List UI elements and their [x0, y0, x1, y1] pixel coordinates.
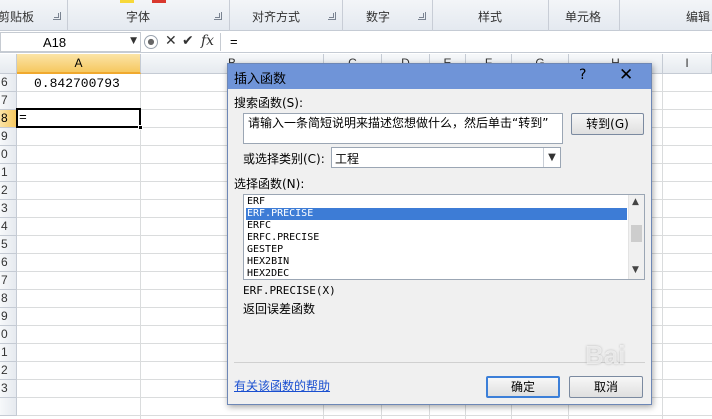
- row-header[interactable]: 1: [0, 344, 17, 362]
- row-header[interactable]: 3: [0, 200, 17, 218]
- category-label: 或选择类别(C):: [243, 152, 325, 166]
- row-header[interactable]: 4: [0, 218, 17, 236]
- name-box-dropdown-icon[interactable]: ▼: [130, 36, 137, 46]
- function-list-item[interactable]: ERFC.PRECISE: [246, 232, 627, 244]
- insert-function-icon[interactable]: fx: [201, 33, 214, 49]
- function-description: 返回误差函数: [243, 302, 316, 316]
- column-header-i[interactable]: I: [663, 54, 712, 74]
- clipboard-launcher-icon[interactable]: [53, 12, 61, 20]
- watermark-logo: Bai: [585, 340, 626, 370]
- column-header-a[interactable]: A: [17, 54, 141, 74]
- formula-bar-grip-icon: ●: [144, 35, 158, 49]
- ribbon-group-editing: 编辑: [686, 10, 711, 24]
- row-header[interactable]: 5: [0, 236, 17, 254]
- ribbon-group-clipboard: 剪贴板: [0, 10, 34, 24]
- row-header[interactable]: 2: [0, 182, 17, 200]
- ribbon-group-styles: 样式: [477, 10, 502, 24]
- cell-a6-value[interactable]: 0.842700793: [34, 76, 120, 91]
- font-color-swatch: [120, 0, 134, 3]
- ribbon-group-bar: 剪贴板 字体 对齐方式 数字 样式 单元格 编辑: [0, 0, 712, 31]
- select-function-label: 选择函数(N):: [234, 177, 305, 191]
- cancel-button[interactable]: 取消: [569, 376, 643, 398]
- select-all-corner: [0, 54, 17, 74]
- scroll-down-icon[interactable]: ▼: [632, 265, 639, 275]
- category-select-value: 工程: [335, 152, 360, 166]
- row-header[interactable]: 6: [0, 254, 17, 272]
- row-header[interactable]: [0, 398, 17, 416]
- function-list[interactable]: ERF ERF.PRECISE ERFC ERFC.PRECISE GESTEP…: [243, 194, 645, 280]
- function-help-link[interactable]: 有关该函数的帮助: [234, 377, 330, 394]
- dialog-divider: [234, 362, 645, 363]
- formula-buttons: ● ✕ ✔ fx: [144, 32, 218, 52]
- name-box[interactable]: A18 ▼: [0, 32, 141, 52]
- fill-handle[interactable]: [138, 125, 143, 130]
- row-header[interactable]: 0: [0, 326, 17, 344]
- formula-input[interactable]: =: [230, 34, 238, 49]
- active-cell-a18[interactable]: =: [16, 108, 143, 130]
- function-list-item[interactable]: ERFC: [246, 220, 627, 232]
- row-header[interactable]: 8: [0, 290, 17, 308]
- cancel-formula-icon[interactable]: ✕: [165, 33, 177, 49]
- row-header[interactable]: 9: [0, 128, 17, 146]
- row-header[interactable]: 6: [0, 74, 17, 92]
- function-list-item[interactable]: ERF: [246, 196, 627, 208]
- search-function-input[interactable]: 请输入一条简短说明来描述您想做什么，然后单击“转到”: [243, 113, 563, 144]
- formula-bar: A18 ▼ ● ✕ ✔ fx =: [0, 31, 712, 53]
- alignment-launcher-icon[interactable]: [328, 12, 336, 20]
- row-header[interactable]: 3: [0, 380, 17, 398]
- number-launcher-icon[interactable]: [418, 12, 426, 20]
- function-list-item[interactable]: GESTEP: [246, 244, 627, 256]
- row-header-selected[interactable]: 8: [0, 110, 17, 128]
- ribbon-group-cells: 单元格: [564, 10, 601, 24]
- row-header[interactable]: 7: [0, 272, 17, 290]
- ribbon-group-alignment: 对齐方式: [251, 10, 300, 24]
- dialog-title: 插入函数: [234, 72, 287, 87]
- row-header[interactable]: 7: [0, 92, 17, 110]
- fill-color-swatch: [152, 0, 166, 3]
- ribbon-group-font: 字体: [125, 10, 150, 24]
- name-box-value: A18: [43, 35, 67, 50]
- active-cell-value: =: [19, 110, 27, 125]
- ok-button[interactable]: 确定: [486, 376, 560, 398]
- go-button[interactable]: 转到(G): [571, 113, 644, 135]
- category-select[interactable]: 工程 ▼: [331, 147, 561, 168]
- scroll-up-icon[interactable]: ▲: [632, 197, 639, 207]
- function-list-item-selected[interactable]: ERF.PRECISE: [246, 208, 627, 220]
- function-list-scrollbar[interactable]: ▲ ▼: [628, 195, 644, 279]
- chevron-down-icon[interactable]: ▼: [543, 148, 560, 167]
- ribbon-group-number: 数字: [365, 10, 390, 24]
- help-icon[interactable]: ?: [579, 67, 586, 83]
- search-function-label: 搜索函数(S):: [234, 96, 304, 110]
- row-header[interactable]: 2: [0, 362, 17, 380]
- scroll-thumb[interactable]: [631, 225, 642, 242]
- font-launcher-icon[interactable]: [214, 12, 222, 20]
- function-signature: ERF.PRECISE(X): [243, 284, 336, 297]
- confirm-formula-icon[interactable]: ✔: [182, 33, 194, 49]
- close-icon[interactable]: ✕: [619, 65, 633, 85]
- row-header[interactable]: 1: [0, 164, 17, 182]
- row-header[interactable]: 9: [0, 308, 17, 326]
- function-list-item[interactable]: HEX2BIN: [246, 256, 627, 268]
- dialog-title-bar[interactable]: 插入函数 ? ✕: [228, 64, 651, 89]
- function-list-item[interactable]: HEX2DEC: [246, 268, 627, 279]
- row-header[interactable]: 0: [0, 146, 17, 164]
